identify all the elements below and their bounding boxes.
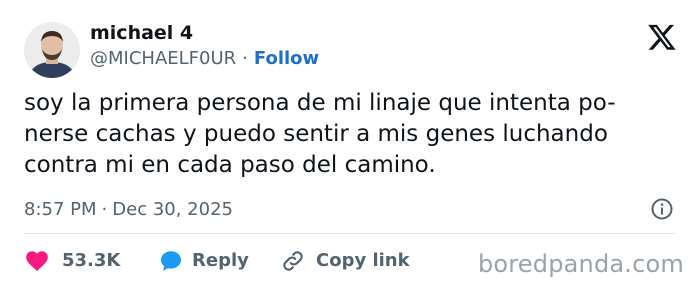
- author-handle-row: @MICHAELF0UR · Follow: [90, 48, 319, 69]
- tweet-text-line: soy la primera persona de mi linaje que …: [24, 90, 616, 116]
- x-logo-icon[interactable]: [647, 22, 677, 52]
- separator-dot: ·: [242, 48, 248, 69]
- tweet-text-line: nerse cachas y puedo sentir a mis genes …: [24, 121, 608, 147]
- tweet-text-line: contra mi en cada paso del camino.: [24, 152, 436, 178]
- like-button[interactable]: 53.3K: [24, 248, 134, 274]
- author-name[interactable]: michael 4: [90, 22, 193, 44]
- copy-link-label: Copy link: [316, 250, 410, 271]
- chat-bubble-icon: [160, 251, 182, 271]
- heart-icon: [26, 251, 48, 271]
- tweet-date[interactable]: Dec 30, 2025: [112, 199, 233, 220]
- follow-button[interactable]: Follow: [254, 48, 319, 69]
- tweet-time[interactable]: 8:57 PM: [24, 199, 97, 220]
- reply-label: Reply: [192, 250, 249, 271]
- like-count: 53.3K: [62, 250, 121, 271]
- divider: [24, 233, 676, 234]
- author-handle[interactable]: @MICHAELF0UR: [90, 48, 236, 69]
- separator-dot: ·: [101, 199, 108, 220]
- reply-button[interactable]: Reply: [158, 248, 258, 274]
- avatar[interactable]: [24, 22, 80, 78]
- copy-link-button[interactable]: Copy link: [280, 248, 420, 274]
- link-icon: [283, 251, 303, 271]
- info-icon[interactable]: [650, 197, 674, 221]
- timestamp[interactable]: 8:57 PM · Dec 30, 2025: [24, 199, 233, 220]
- watermark: boredpanda.com: [477, 250, 684, 278]
- tweet-text: soy la primera persona de mi linaje que …: [24, 88, 674, 181]
